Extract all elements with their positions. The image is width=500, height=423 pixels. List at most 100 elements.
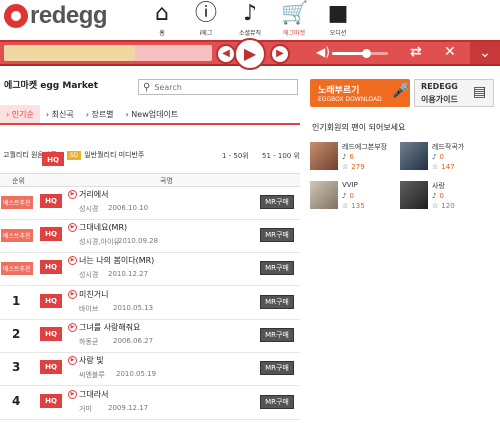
buy-mr-button[interactable]: MR구매 [260,195,294,209]
nav-item-home[interactable]: ⌂ 홈 [140,0,184,38]
rank-number: 4 [12,394,21,408]
rank-number: 2 [12,327,21,341]
play-button[interactable]: ▶ [234,38,266,70]
member-stars: ☆ 120 [432,202,455,210]
tab-new-update[interactable]: › New업데이트 [120,105,185,123]
avatar[interactable] [400,142,428,170]
member-notes: ♪ 0 [432,153,444,161]
main-nav: ⌂ 홈 ⓘ i에그 ♪ 소셜뮤직 🛒 에그마켓 ■ 오디션 [140,0,360,38]
music-note-icon: ♪ [242,1,258,26]
previous-button[interactable]: ◀ [216,44,236,64]
member-name[interactable]: 레드작곡가 [432,142,464,152]
next-button[interactable]: ▶ [270,44,290,64]
buy-mr-button[interactable]: MR구매 [260,328,294,342]
music-note-icon: ♪ [432,192,437,200]
song-title[interactable]: 거리에서 [79,189,108,200]
play-icon[interactable]: ▶ [68,290,77,299]
table-row: 베스트추천 HQ ▶ 거리에서 성시경 2006.10.10 MR구매 [0,187,300,220]
best-recommend-badge: 베스트추천 [1,196,33,209]
artist-name[interactable]: 성시경 [79,270,98,280]
artist-name[interactable]: 하동균 [79,337,98,347]
search-input[interactable] [154,82,285,92]
redegg-logo[interactable]: redegg [4,2,108,30]
tab-popular[interactable]: › 인기순 [0,105,40,123]
song-title[interactable]: 너는 나의 봄이다(MR) [79,255,154,266]
member-name[interactable]: 사랑 [432,181,445,191]
stars-count: 135 [351,202,365,210]
shopping-cart-icon: 🛒 [281,1,309,26]
nav-item-social-music[interactable]: ♪ 소셜뮤직 [228,0,272,38]
hq-badge: HQ [40,227,62,241]
member-name[interactable]: 레드에그본부장 [342,142,387,152]
buy-mr-button[interactable]: MR구매 [260,261,294,275]
page-range-2[interactable]: 51 - 100 위 [262,151,300,161]
play-icon[interactable]: ▶ [68,190,77,199]
karaoke-download-banner[interactable]: 노래부르기 EGGBOX DOWNLOAD 🎤 [310,79,410,107]
shuffle-icon[interactable]: ✕ [444,44,456,60]
music-note-icon: ♪ [342,153,347,161]
user-guide-banner[interactable]: REDEGG 이용가이드 ▤ [414,79,494,107]
song-title[interactable]: 그녀를 사랑해줘요 [79,322,140,333]
hq-badge: HQ [40,327,62,341]
avatar[interactable] [310,142,338,170]
stars-count: 147 [441,163,455,171]
nav-item-audition[interactable]: ■ 오디션 [316,0,360,38]
artist-name[interactable]: 성시경,아이유 [79,237,120,247]
search-box[interactable]: ⚲ [138,79,298,95]
song-title[interactable]: 미친거니 [79,289,108,300]
hq-badge: HQ [40,294,62,308]
tab-label: New업데이트 [131,110,179,119]
repeat-icon[interactable]: ⇄ [410,44,422,60]
star-icon: ☆ [342,202,349,210]
popular-members-title: 인기회원의 팬이 되어보세요 [312,123,406,132]
buy-mr-button[interactable]: MR구매 [260,361,294,375]
buy-mr-button[interactable]: MR구매 [260,395,294,409]
chevron-down-icon[interactable]: ⌄ [470,42,500,64]
member-name[interactable]: VVIP [342,181,358,189]
nav-label: 에그마켓 [282,30,306,37]
logo-text: redegg [30,2,108,29]
song-title[interactable]: 그대라서 [79,389,108,400]
artist-name[interactable]: 거미 [79,404,92,414]
hq-badge: HQ [40,194,62,208]
avatar[interactable] [310,181,338,209]
volume-icon[interactable]: ◀) [316,45,330,59]
member-notes: ♪ 0 [432,192,444,200]
tab-genre[interactable]: › 장르별 [80,105,120,123]
playback-progress-bar[interactable] [4,45,212,61]
best-recommend-badge: 베스트추천 [1,229,33,242]
page-range-1[interactable]: 1 - 50위 [222,151,249,161]
nav-item-iegg[interactable]: ⓘ i에그 [184,0,228,38]
member-card[interactable]: 레드작곡가 ♪ 0 ☆ 147 [400,142,490,182]
artist-name[interactable]: 바이브 [79,304,98,314]
member-notes: ♪ 6 [342,153,354,161]
nav-item-egg-market[interactable]: 🛒 에그마켓 [272,0,316,38]
best-recommend-badge: 베스트추천 [1,262,33,275]
play-icon[interactable]: ▶ [68,223,77,232]
member-card[interactable]: VVIP ♪ 0 ☆ 135 [310,181,400,221]
artist-name[interactable]: 씨엔블루 [79,370,105,380]
member-stars: ☆ 147 [432,163,455,171]
notes-count: 0 [439,192,444,200]
song-title[interactable]: 사랑 빛 [79,355,104,366]
title-column-header: 곡명 [160,177,173,185]
avatar[interactable] [400,181,428,209]
release-date: 2010.12.27 [108,270,149,278]
volume-knob[interactable] [361,49,371,58]
tab-latest[interactable]: › 최신곡 [40,105,80,123]
play-icon[interactable]: ▶ [68,356,77,365]
song-title[interactable]: 그대네요(MR) [79,222,127,233]
previous-icon: ◀ [222,48,230,59]
volume-slider[interactable] [332,49,388,58]
rank-column-header: 순위 [12,177,25,185]
buy-mr-button[interactable]: MR구매 [260,295,294,309]
member-card[interactable]: 레드에그본부장 ♪ 6 ☆ 279 [310,142,400,182]
artist-name[interactable]: 성시경 [79,204,98,214]
buy-mr-button[interactable]: MR구매 [260,228,294,242]
top-bar: redegg ⌂ 홈 ⓘ i에그 ♪ 소셜뮤직 🛒 에그마켓 ■ 오디션 [0,0,500,40]
member-card[interactable]: 사랑 ♪ 0 ☆ 120 [400,181,490,221]
play-icon[interactable]: ▶ [68,323,77,332]
play-icon[interactable]: ▶ [68,256,77,265]
play-icon[interactable]: ▶ [68,390,77,399]
table-row: 4 HQ ▶ 그대라서 거미 2009.12.17 MR구매 [0,387,300,420]
